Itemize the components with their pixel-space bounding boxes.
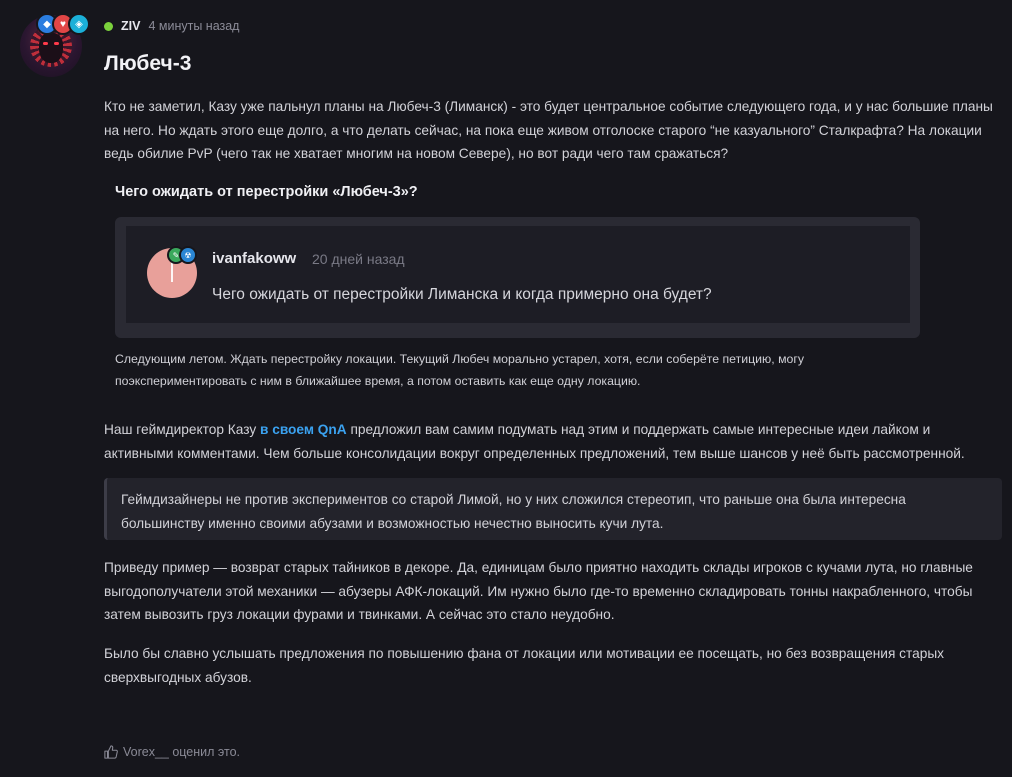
- diamond-badge-icon: ◈: [68, 13, 90, 35]
- qna-answer: Следующим летом. Ждать перестройку локац…: [115, 352, 804, 388]
- online-dot-icon: [104, 21, 113, 31]
- post-meta: ZIV 4 минуты назад: [104, 19, 239, 33]
- radiation-badge-icon: ☢: [179, 246, 197, 264]
- avatar-face: [39, 33, 63, 63]
- paragraph-text: Наш геймдиректор Казу: [104, 422, 260, 437]
- qna-heading: Чего ожидать от перестройки «Любеч-3»?: [115, 184, 418, 200]
- avatar-eye: [54, 42, 59, 45]
- like-icon[interactable]: [104, 745, 118, 759]
- post-paragraph-closing: Было бы славно услышать предложения по п…: [104, 646, 945, 685]
- post-paragraph-example: Приведу пример — возврат старых тайников…: [104, 560, 973, 622]
- reactions-text[interactable]: Vorex__ оценил это.: [123, 745, 240, 759]
- reactions-bar[interactable]: Vorex__ оценил это.: [104, 745, 240, 759]
- blockquote-text: Геймдизайнеры не против экспериментов со…: [121, 492, 906, 531]
- post-title: Любеч-3: [104, 52, 192, 75]
- quoted-author-name[interactable]: ivanfakoww: [212, 250, 296, 267]
- post-intro: Кто не заметил, Казу уже пальнул планы н…: [104, 99, 993, 161]
- post-paragraph-qna: Наш геймдиректор Казу в своем QnA предло…: [104, 418, 1000, 465]
- text-cursor-icon: [171, 262, 173, 282]
- avatar-badges: ◆ ♥ ◈: [36, 13, 90, 35]
- quoted-question-text: Чего ожидать от перестройки Лиманска и к…: [212, 286, 712, 303]
- quoted-author-badges: ✎ ☢: [167, 246, 197, 264]
- avatar-eye: [43, 42, 48, 45]
- qna-link[interactable]: в своем QnA: [260, 422, 347, 437]
- blockquote: Геймдизайнеры не против экспериментов со…: [104, 478, 1002, 540]
- post-time[interactable]: 4 минуты назад: [148, 19, 239, 33]
- author-avatar[interactable]: ◆ ♥ ◈: [20, 13, 90, 79]
- author-name[interactable]: ZIV: [121, 19, 140, 33]
- quoted-question-embed[interactable]: ✎ ☢ ivanfakoww 20 дней назад Чего ожидат…: [115, 217, 920, 338]
- embed-card: ✎ ☢ ivanfakoww 20 дней назад Чего ожидат…: [126, 226, 910, 323]
- quoted-time: 20 дней назад: [312, 251, 405, 267]
